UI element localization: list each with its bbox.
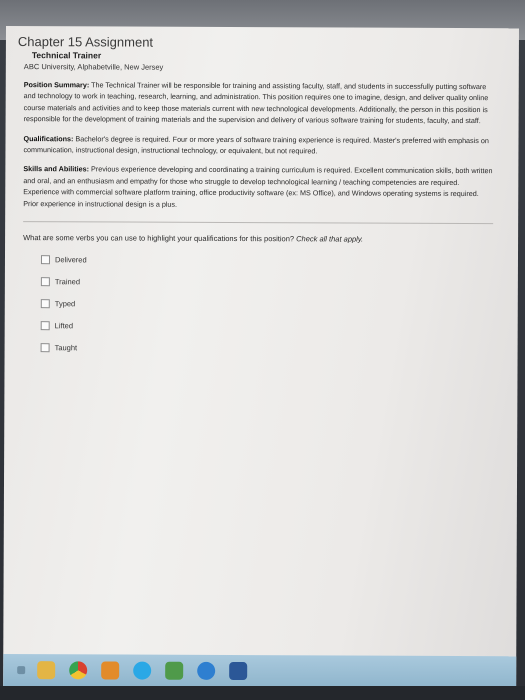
desk-shadow xyxy=(0,686,525,700)
windows-start-icon[interactable] xyxy=(17,666,26,675)
employer-line: ABC University, Alphabetville, New Jerse… xyxy=(23,62,164,72)
question-prompt: What are some verbs you can use to highl… xyxy=(23,232,497,245)
qualifications-text: Bachelor's degree is required. Four or m… xyxy=(23,133,489,156)
file-explorer-icon[interactable] xyxy=(37,661,56,680)
divider xyxy=(23,221,494,225)
option-label: Delivered xyxy=(54,254,87,264)
checkbox-trained[interactable] xyxy=(40,276,50,286)
skills-abilities: Skills and Abilities: Previous experienc… xyxy=(23,164,493,212)
option-typed[interactable]: Typed xyxy=(40,297,497,311)
app-icon[interactable] xyxy=(165,661,184,680)
option-delivered[interactable]: Delivered xyxy=(40,253,497,267)
option-lifted[interactable]: Lifted xyxy=(40,319,497,333)
qualifications-label: Qualifications: xyxy=(23,133,74,143)
media-player-icon[interactable] xyxy=(101,661,120,680)
qualifications: Qualifications: Bachelor's degree is req… xyxy=(23,133,493,158)
word-icon[interactable] xyxy=(229,661,248,681)
skills-text: Previous experience developing and coord… xyxy=(23,164,493,209)
checkbox-lifted[interactable] xyxy=(40,320,50,330)
internet-explorer-icon[interactable] xyxy=(197,661,216,680)
skills-label: Skills and Abilities: xyxy=(23,164,90,174)
option-label: Trained xyxy=(54,276,81,286)
taskbar xyxy=(3,653,519,689)
option-label: Taught xyxy=(54,342,78,352)
chrome-icon[interactable] xyxy=(69,661,88,680)
position-summary-label: Position Summary: xyxy=(23,80,90,90)
photo-stage: Chapter 15 Assignment Technical Trainer … xyxy=(0,0,525,700)
checkbox-delivered[interactable] xyxy=(40,254,51,264)
question-instruction: Check all that apply. xyxy=(296,234,364,244)
skype-icon[interactable] xyxy=(133,661,152,680)
checkbox-taught[interactable] xyxy=(40,342,50,352)
assignment-document: Chapter 15 Assignment Technical Trainer … xyxy=(17,34,498,365)
position-summary-text: The Technical Trainer will be responsibl… xyxy=(23,80,489,126)
option-label: Lifted xyxy=(54,320,74,330)
option-taught[interactable]: Taught xyxy=(40,341,497,355)
checkbox-typed[interactable] xyxy=(40,298,50,308)
position-summary: Position Summary: The Technical Trainer … xyxy=(24,79,494,127)
question-text: What are some verbs you can use to highl… xyxy=(23,233,297,244)
screen: Chapter 15 Assignment Technical Trainer … xyxy=(3,26,519,689)
option-trained[interactable]: Trained xyxy=(40,275,497,289)
option-label: Typed xyxy=(54,298,76,308)
